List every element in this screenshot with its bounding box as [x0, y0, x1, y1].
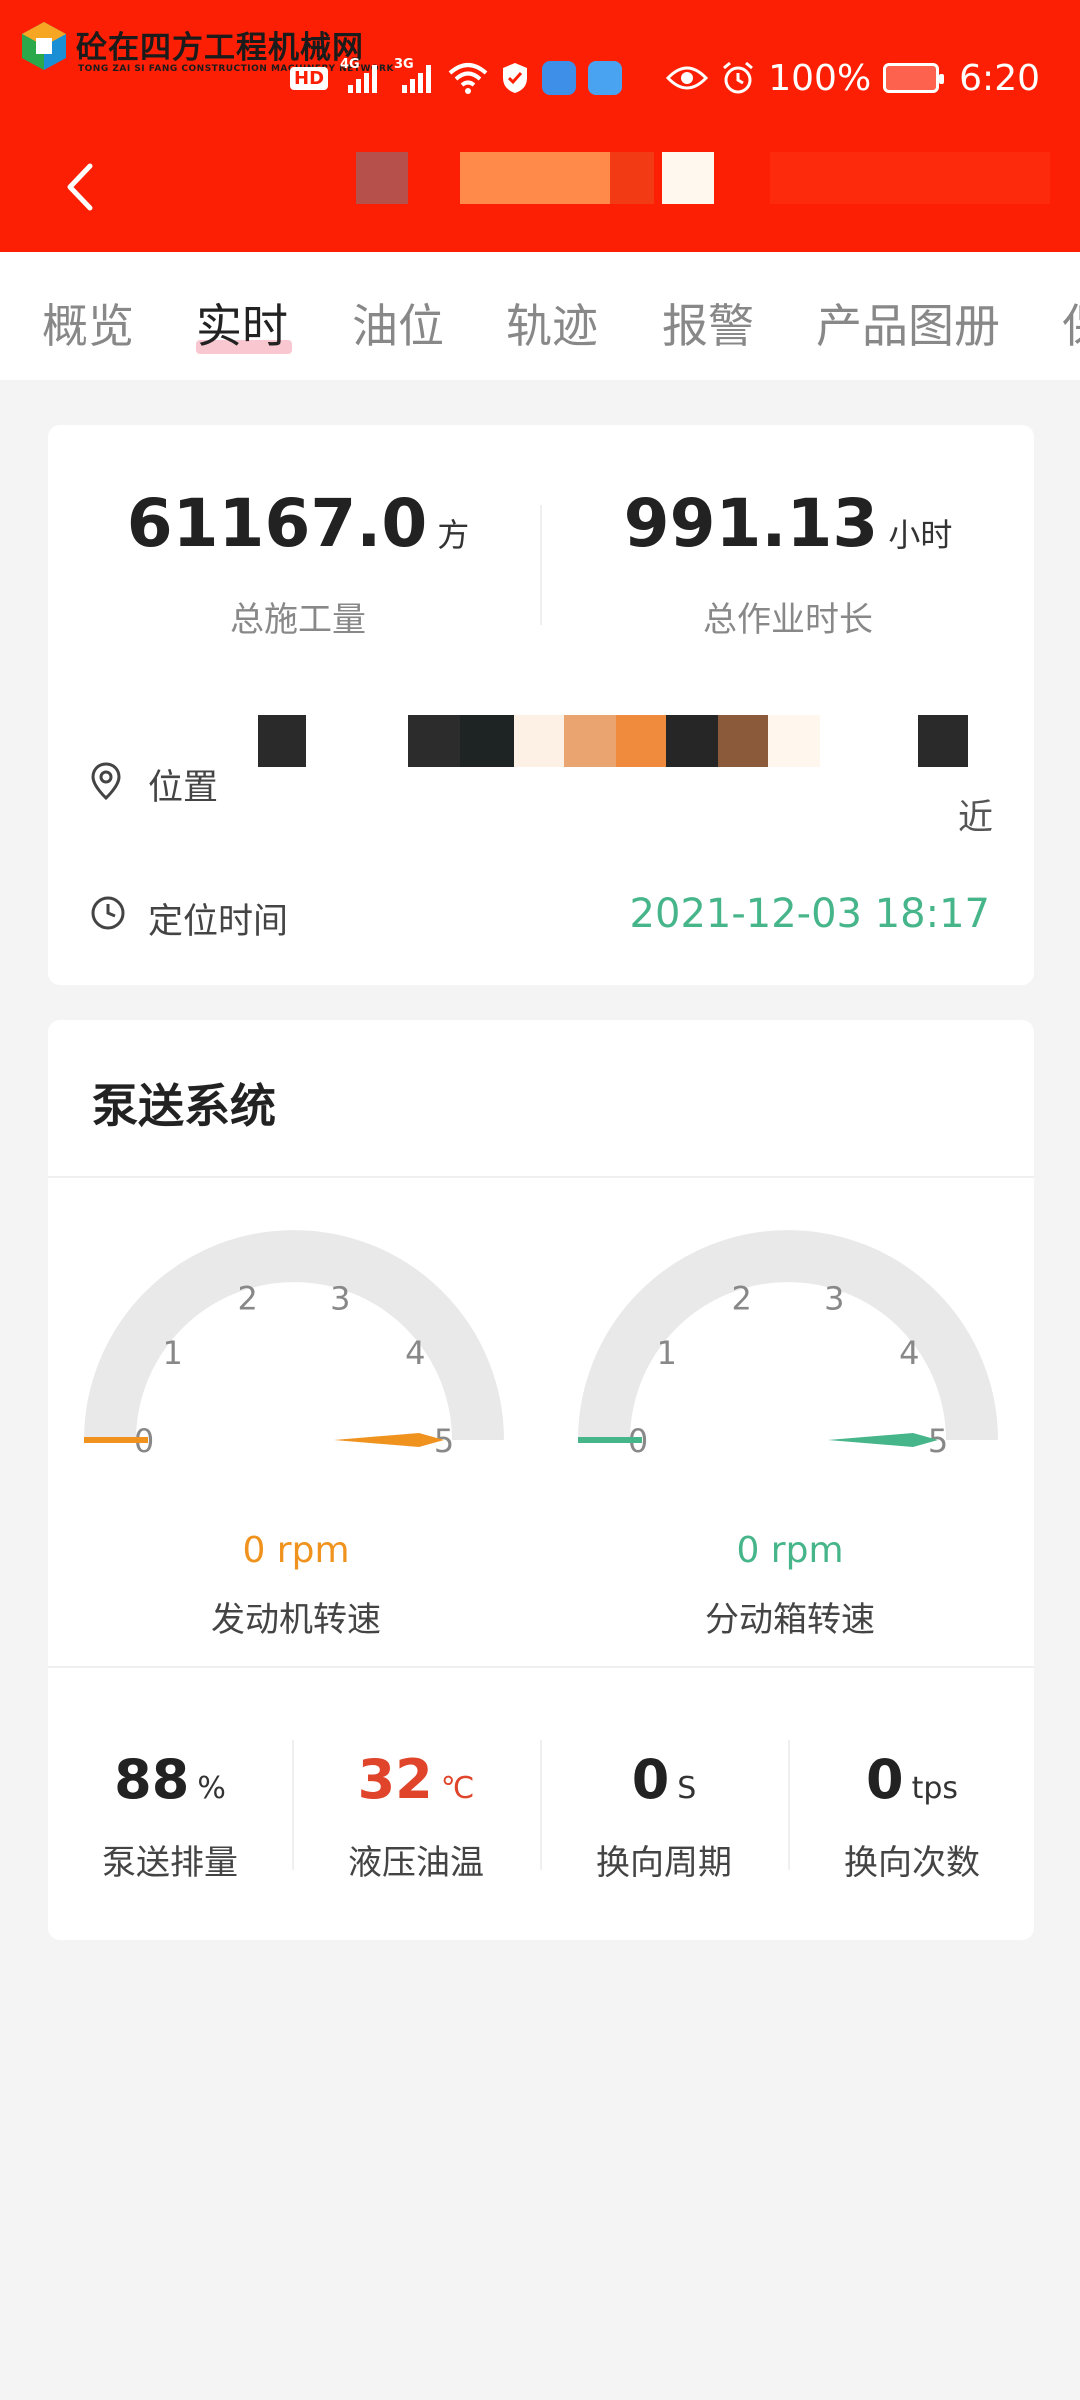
- watermark-logo-icon: [22, 22, 66, 70]
- tab-bar: 概览 实时 油位 轨迹 报警 产品图册 保: [0, 252, 1080, 380]
- gauge-tick-label: 3: [824, 1279, 844, 1317]
- reversing-count-value: 0: [865, 1748, 904, 1811]
- metric-hydraulic-oil-temp: 32 ℃ 液压油温: [296, 1748, 536, 1884]
- engine-speed-label: 发动机转速: [211, 1600, 381, 1640]
- total-hours-value: 991.13: [623, 485, 879, 562]
- pump-system-card: 泵送系统 012345 012345 0 rpm 发动机转速 0 rpm 分动箱…: [48, 1020, 1034, 1940]
- gauge-tick-label: 4: [405, 1334, 425, 1372]
- gauge-tick-label: 4: [899, 1334, 919, 1372]
- transfer-case-speed-value: 0 rpm: [736, 1530, 844, 1571]
- location-label: 位置: [148, 768, 219, 808]
- shield-icon: [503, 63, 528, 93]
- tab-realtime[interactable]: 实时: [196, 290, 288, 356]
- reversing-cycle-value: 0: [631, 1748, 670, 1811]
- battery-percent: 100%: [768, 57, 872, 99]
- total-hours-stat: 991.13 小时 总作业时长: [578, 485, 998, 641]
- positioning-time-value: 2021-12-03 18:17: [629, 891, 990, 937]
- total-volume-label: 总施工量: [230, 600, 366, 640]
- metric-pump-displacement: 88% 泵送排量: [50, 1748, 290, 1884]
- status-bar-right: 100% 6:20: [666, 57, 1040, 99]
- section-title: 泵送系统: [92, 1079, 276, 1133]
- status-bar-left: HD 4G 3G: [290, 57, 623, 98]
- alarm-icon: [723, 61, 754, 94]
- tab-track[interactable]: 轨迹: [506, 290, 598, 356]
- clock-icon: [91, 896, 125, 930]
- summary-card: 61167.0 方 总施工量 991.13 小时 总作业时长 位置 近 定位时间 2…: [48, 425, 1034, 985]
- sim2-network-type: 3G: [394, 57, 414, 72]
- gauge-tick-label: 1: [656, 1334, 676, 1372]
- metric-reversing-cycle: 0S 换向周期: [544, 1748, 784, 1884]
- tab-alarm[interactable]: 报警: [662, 290, 754, 356]
- gauge-tick-label: 2: [237, 1279, 257, 1317]
- gauge-tick-label: 1: [162, 1334, 182, 1372]
- transfer-case-speed-label: 分动箱转速: [705, 1600, 875, 1640]
- total-hours-unit: 小时: [888, 516, 953, 554]
- metric-reversing-count: 0 tps 换向次数: [792, 1748, 1032, 1884]
- eye-icon: [666, 66, 709, 90]
- pump-displacement-value: 88: [114, 1748, 190, 1811]
- app-header: 砼在四方工程机械网 TONG ZAI SI FANG CONSTRUCTION …: [0, 0, 1080, 252]
- reversing-count-unit: tps: [911, 1771, 958, 1806]
- tab-more[interactable]: 保: [1062, 290, 1080, 356]
- gauge-tick-label: 3: [330, 1279, 350, 1317]
- hd-badge: HD: [290, 66, 329, 90]
- reversing-cycle-label: 换向周期: [596, 1843, 732, 1883]
- positioning-time-label: 定位时间: [148, 902, 289, 942]
- total-hours-label: 总作业时长: [703, 600, 873, 640]
- total-volume-unit: 方: [437, 516, 470, 554]
- signal-sim2-icon: 3G: [394, 57, 436, 93]
- gauge-tick-label: 2: [731, 1279, 751, 1317]
- hydraulic-oil-temp-value: 32: [357, 1748, 433, 1811]
- battery-icon: [883, 63, 945, 93]
- gauge-needle: [828, 1433, 938, 1447]
- transfer-case-speed-gauge: 012345: [578, 1230, 998, 1460]
- reversing-cycle-unit: S: [677, 1771, 697, 1806]
- location-address-tail: 近: [958, 798, 994, 838]
- total-volume-stat: 61167.0 方 总施工量: [88, 485, 508, 641]
- total-volume-value: 61167.0: [126, 485, 428, 562]
- tab-product-catalog[interactable]: 产品图册: [816, 290, 1000, 356]
- clock: 6:20: [959, 57, 1040, 99]
- engine-speed-value: 0 rpm: [242, 1530, 350, 1571]
- pump-displacement-label: 泵送排量: [102, 1843, 238, 1883]
- app-notification-icon: [542, 61, 577, 95]
- wifi-icon: [448, 63, 488, 94]
- gauge-needle: [334, 1433, 444, 1447]
- pump-displacement-unit: %: [197, 1771, 226, 1806]
- hydraulic-oil-temp-unit: ℃: [440, 1771, 475, 1806]
- sim1-network-type: 4G: [340, 57, 360, 72]
- signal-sim1-icon: 4G: [340, 57, 382, 93]
- tab-overview[interactable]: 概览: [42, 290, 134, 356]
- hydraulic-oil-temp-label: 液压油温: [348, 1843, 484, 1883]
- back-button[interactable]: [56, 152, 106, 222]
- cloud-notification-icon: [588, 61, 623, 95]
- reversing-count-label: 换向次数: [844, 1843, 980, 1883]
- tab-oil-level[interactable]: 油位: [352, 290, 444, 356]
- engine-speed-gauge: 012345: [84, 1230, 504, 1460]
- location-pin-icon: [91, 762, 121, 801]
